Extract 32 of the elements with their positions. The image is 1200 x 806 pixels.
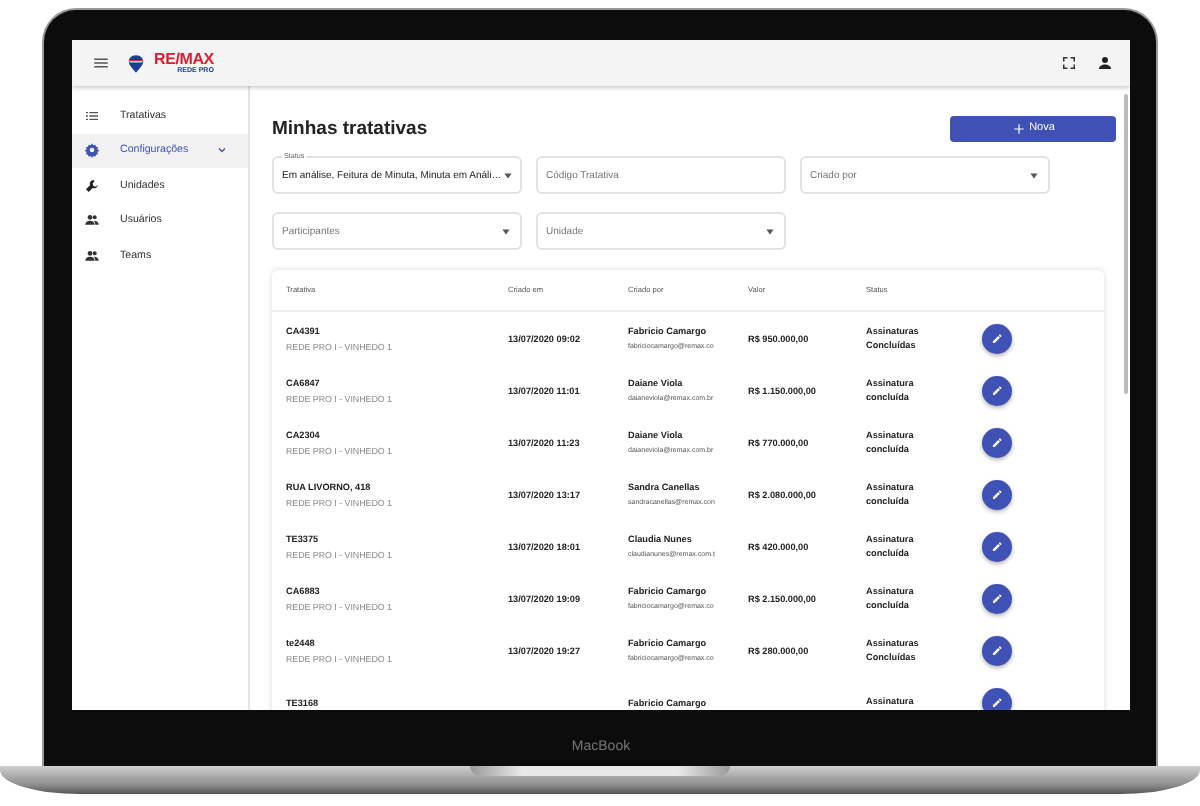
- pencil-icon: [990, 695, 1004, 709]
- people-icon: [84, 212, 100, 229]
- edit-button[interactable]: [982, 583, 1012, 613]
- wrench-icon: [84, 177, 100, 194]
- gear-icon: [84, 142, 100, 159]
- caret-icon: [764, 225, 776, 237]
- edit-button[interactable]: [982, 323, 1012, 353]
- caret-icon: [500, 225, 512, 237]
- plus-icon: [1011, 121, 1026, 135]
- pencil-icon: [990, 435, 1004, 449]
- edit-button[interactable]: [982, 427, 1012, 457]
- edit-button[interactable]: [982, 375, 1012, 405]
- pencil-icon: [990, 643, 1004, 657]
- page-title: Minhas tratativas: [272, 117, 428, 139]
- edit-button[interactable]: [982, 635, 1012, 665]
- user-icon[interactable]: [1096, 54, 1114, 72]
- pencil-icon: [990, 591, 1004, 605]
- fullscreen-icon[interactable]: [1060, 54, 1078, 72]
- edit-button[interactable]: [982, 531, 1012, 561]
- pencil-icon: [990, 487, 1004, 501]
- scrollbar-thumb[interactable]: [1123, 94, 1127, 394]
- people-icon: [84, 247, 100, 264]
- pencil-icon: [990, 539, 1004, 553]
- caret-icon: [501, 169, 514, 181]
- pencil-icon: [990, 331, 1004, 345]
- balloon-logo-icon: [128, 53, 144, 73]
- edit-button[interactable]: [982, 479, 1012, 509]
- caret-icon: [1028, 169, 1040, 181]
- edit-button[interactable]: [982, 687, 1012, 710]
- list-icon: [84, 107, 100, 124]
- pencil-icon: [990, 383, 1004, 397]
- menu-icon[interactable]: [92, 54, 110, 72]
